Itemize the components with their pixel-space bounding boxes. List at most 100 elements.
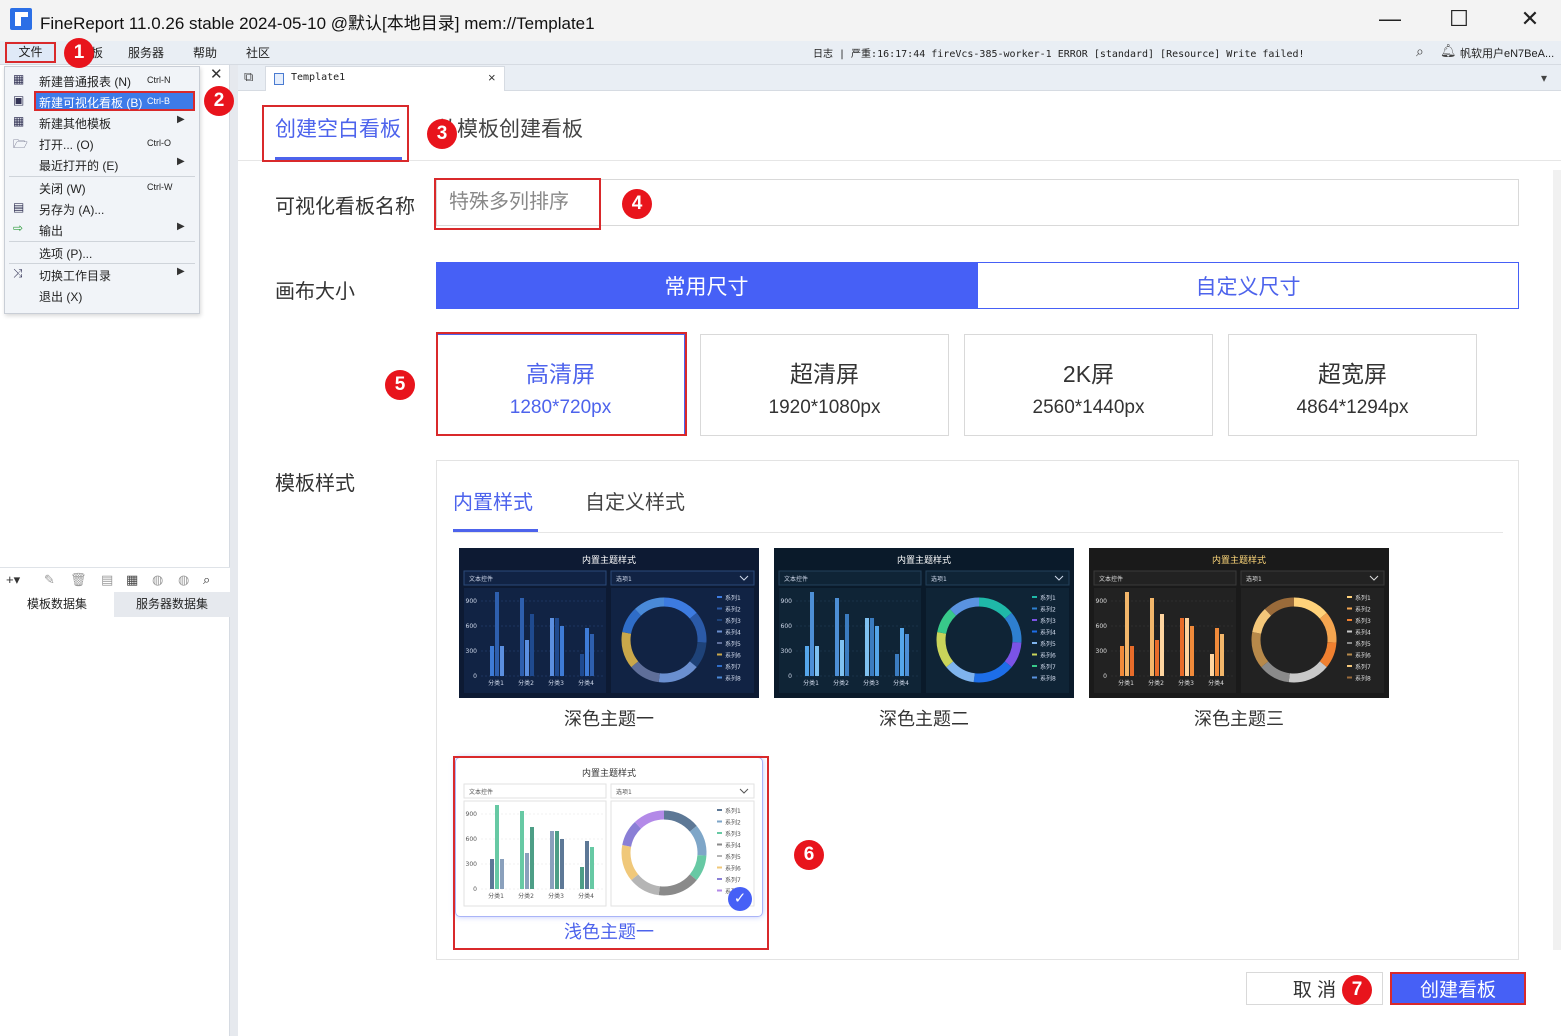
create-dashboard-button[interactable]: 创建看板 bbox=[1390, 972, 1526, 1005]
size-card-ultrawide[interactable]: 超宽屏 4864*1294px bbox=[1228, 334, 1477, 436]
menu-server[interactable]: 服务器 bbox=[128, 44, 164, 61]
menu-save-as[interactable]: ▤ 另存为 (A)... bbox=[5, 198, 199, 218]
thumb-category-label: 分类1 bbox=[803, 679, 819, 687]
search-dataset-icon[interactable]: ⌕ bbox=[203, 572, 210, 588]
thumb-category-label: 分类3 bbox=[1178, 679, 1194, 687]
menu-new-report[interactable]: ▦ 新建普通报表 (N) Ctrl-N bbox=[5, 70, 199, 90]
tab-menu-icon[interactable]: ▾ bbox=[1541, 71, 1547, 85]
tab-custom-style[interactable]: 自定义样式 bbox=[585, 486, 685, 515]
thumb-category-label: 分类2 bbox=[1148, 679, 1164, 687]
tab-close-icon[interactable]: × bbox=[488, 70, 496, 85]
thumb-legend-label: 系列6 bbox=[1355, 652, 1371, 660]
thumb-dropdown-label: 选项1 bbox=[616, 788, 632, 796]
thumb-bar bbox=[835, 598, 839, 676]
thumb-legend-swatch bbox=[717, 878, 722, 880]
thumb-bar bbox=[900, 628, 904, 676]
edit-icon[interactable]: ✎ bbox=[44, 572, 55, 588]
user-name[interactable]: 帆软用户eN7BeA... bbox=[1460, 45, 1554, 61]
folder-icon: 🗁︎ bbox=[13, 137, 28, 151]
db-settings-icon[interactable]: ◍ bbox=[178, 572, 189, 588]
thumb-bar bbox=[560, 626, 564, 676]
db-link-icon[interactable]: ▦ bbox=[126, 572, 138, 588]
thumb-category-label: 分类3 bbox=[548, 679, 564, 687]
step-badge-7: 7 bbox=[1342, 975, 1372, 1005]
add-icon[interactable]: +▾ bbox=[6, 572, 20, 588]
preview-icon[interactable]: ▤ bbox=[101, 572, 113, 588]
tab-template1[interactable]: Template1 × bbox=[265, 66, 505, 91]
tab-server-dataset[interactable]: 服务器数据集 bbox=[114, 592, 230, 617]
create-dashboard-dialog: 创建空白看板 从模板创建看板 可视化看板名称 画布大小 常用尺寸 自定义尺寸 高… bbox=[238, 91, 1561, 1036]
thumb-bar bbox=[490, 859, 494, 889]
thumb-legend-swatch bbox=[717, 809, 722, 811]
bell-icon[interactable]: 🔔︎ bbox=[1440, 43, 1457, 59]
menu-community[interactable]: 社区 bbox=[246, 44, 270, 61]
template-style-panel: 内置样式 自定义样式 内置主题样式 文本控件 选项1 900 600 300 0 分类1 分类2… bbox=[436, 460, 1519, 960]
thumb-legend-label: 系列7 bbox=[1040, 663, 1056, 671]
tab-create-blank[interactable]: 创建空白看板 bbox=[275, 113, 401, 143]
new-tab-icon[interactable]: ⧉ bbox=[244, 69, 253, 85]
db-icon[interactable]: ◍ bbox=[152, 572, 163, 588]
close-button[interactable]: ✕ bbox=[1507, 4, 1553, 34]
thumb-legend-label: 系列8 bbox=[725, 675, 741, 683]
splitter[interactable] bbox=[230, 65, 238, 1036]
search-icon[interactable]: ⌕ bbox=[1416, 43, 1424, 60]
thumb-category-label: 分类4 bbox=[578, 892, 594, 900]
thumb-legend-label: 系列2 bbox=[725, 819, 741, 827]
menu-exit[interactable]: 退出 (X) bbox=[5, 285, 199, 305]
thumb-bar bbox=[580, 654, 584, 676]
thumb-text-control-label: 文本控件 bbox=[784, 575, 808, 583]
thumb-bar bbox=[1130, 646, 1134, 676]
custom-size-toggle[interactable]: 自定义尺寸 bbox=[977, 262, 1519, 309]
menu-file[interactable]: 文件 bbox=[5, 42, 56, 63]
tab-template-dataset[interactable]: 模板数据集 bbox=[0, 592, 114, 617]
finereport-logo-icon bbox=[10, 8, 32, 30]
menu-help[interactable]: 帮助 bbox=[193, 44, 217, 61]
thumb-legend-label: 系列6 bbox=[725, 865, 741, 873]
thumb-category-label: 分类3 bbox=[548, 892, 564, 900]
thumb-category-label: 分类4 bbox=[578, 679, 594, 687]
thumb-legend-swatch bbox=[717, 889, 722, 892]
thumb-bar bbox=[525, 640, 529, 676]
thumb-bar bbox=[590, 634, 594, 676]
delete-icon[interactable]: 🗑︎ bbox=[70, 572, 87, 588]
thumb-bar bbox=[1125, 592, 1129, 676]
thumb-legend-label: 系列6 bbox=[1040, 652, 1056, 660]
minimize-button[interactable]: — bbox=[1367, 4, 1413, 34]
size-card-fhd[interactable]: 超清屏 1920*1080px bbox=[700, 334, 949, 436]
thumb-y-tick: 900 bbox=[1096, 598, 1108, 605]
menu-close[interactable]: 关闭 (W) Ctrl-W bbox=[5, 177, 199, 197]
thumb-bar bbox=[585, 628, 589, 676]
tab-create-from-template[interactable]: 从模板创建看板 bbox=[436, 113, 583, 143]
panel-close-icon[interactable]: ✕ bbox=[210, 65, 223, 83]
log-status[interactable]: 日志 | 严重:16:17:44 fireVcs-385-worker-1 ER… bbox=[813, 45, 1305, 60]
menu-new-other[interactable]: ▦ 新建其他模板 ▶ bbox=[5, 112, 199, 132]
thumb-y-tick: 600 bbox=[466, 836, 478, 843]
thumb-legend-swatch bbox=[1032, 596, 1037, 598]
dashboard-name-input[interactable] bbox=[436, 179, 1519, 226]
thumb-text-control-label: 文本控件 bbox=[469, 788, 493, 796]
common-size-toggle[interactable]: 常用尺寸 bbox=[436, 262, 977, 309]
thumb-legend-swatch bbox=[1032, 642, 1037, 644]
thumb-legend-swatch bbox=[717, 676, 722, 679]
submenu-arrow-icon: ▶ bbox=[177, 156, 185, 167]
thumb-dropdown bbox=[1240, 570, 1385, 586]
thumb-legend-label: 系列2 bbox=[1355, 606, 1371, 614]
menu-options[interactable]: 选项 (P)... bbox=[5, 242, 199, 262]
thumb-legend-label: 系列1 bbox=[1355, 594, 1371, 602]
menu-export[interactable]: ⇨ 输出 ▶ bbox=[5, 219, 199, 239]
maximize-button[interactable]: ☐ bbox=[1436, 4, 1482, 34]
menu-switch-workdir[interactable]: ⤨ 切换工作目录 ▶ bbox=[5, 264, 199, 284]
menu-recent[interactable]: 最近打开的 (E) ▶ bbox=[5, 154, 199, 174]
tab-builtin-style[interactable]: 内置样式 bbox=[453, 486, 533, 515]
dataset-toolbar: +▾ ✎ 🗑︎ ▤ ▦ ◍ ◍ ⌕ bbox=[0, 567, 230, 592]
export-icon: ⇨ bbox=[13, 221, 24, 235]
thumb-text-control-label: 文本控件 bbox=[469, 575, 493, 583]
shuffle-icon: ⤨ bbox=[13, 266, 23, 280]
size-card-2k[interactable]: 2K屏 2560*1440px bbox=[964, 334, 1213, 436]
dialog-scrollbar[interactable] bbox=[1553, 170, 1561, 950]
size-card-hd[interactable]: 高清屏 1280*720px bbox=[436, 334, 685, 436]
menu-new-dashboard[interactable]: ▣ 新建可视化看板 (B) Ctrl-B bbox=[5, 91, 199, 111]
menu-open[interactable]: 🗁︎ 打开... (O) Ctrl-O bbox=[5, 133, 199, 153]
thumb-bar bbox=[495, 805, 499, 889]
thumb-legend-swatch bbox=[1347, 619, 1352, 621]
